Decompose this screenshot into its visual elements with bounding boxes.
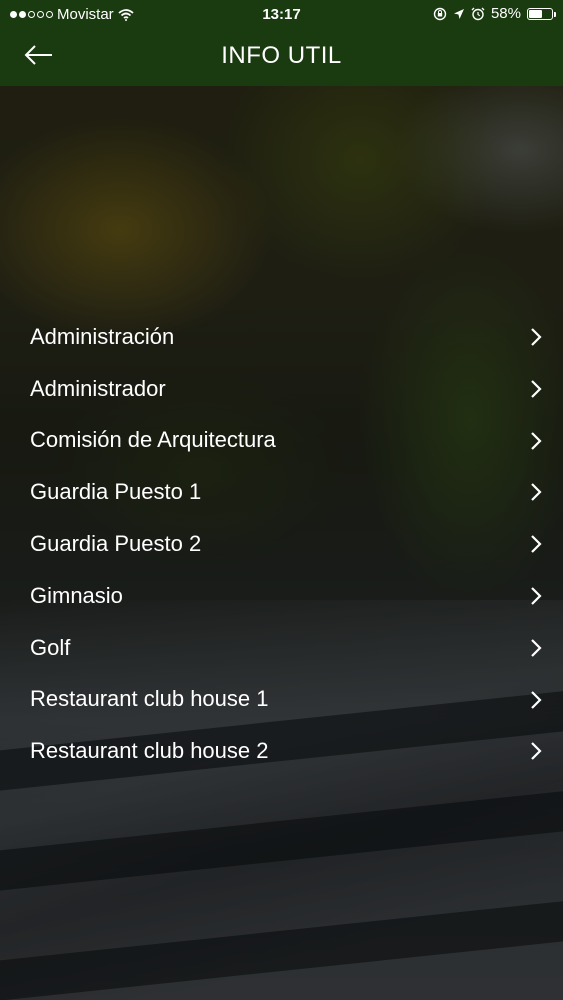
top-bar: Movistar 13:17 58% INFO UTIL — [0, 0, 563, 86]
list-item[interactable]: Guardia Puesto 2 — [0, 518, 563, 570]
battery-icon — [527, 7, 556, 20]
list-item[interactable]: Administración — [0, 311, 563, 363]
status-right: 58% — [433, 5, 556, 22]
list-item-label: Gimnasio — [30, 582, 123, 608]
list-item-label: Administrador — [30, 375, 166, 401]
list-item-label: Administración — [30, 323, 175, 349]
alarm-clock-icon — [471, 7, 485, 20]
list-item-label: Guardia Puesto 1 — [30, 479, 202, 505]
list-item-label: Guardia Puesto 2 — [30, 531, 202, 557]
list-item[interactable]: Golf — [0, 622, 563, 674]
chevron-right-icon — [531, 431, 542, 450]
chevron-right-icon — [531, 742, 542, 761]
list-item[interactable]: Gimnasio — [0, 570, 563, 622]
list-item[interactable]: Administrador — [0, 363, 563, 415]
chevron-right-icon — [531, 690, 542, 709]
list-item-label: Restaurant club house 2 — [30, 738, 269, 764]
list-item-label: Restaurant club house 1 — [30, 686, 269, 712]
page-title: INFO UTIL — [221, 42, 342, 69]
app-screen: Movistar 13:17 58% INFO UTIL Administrac… — [0, 0, 563, 1000]
list-item[interactable]: Restaurant club house 2 — [0, 725, 563, 777]
battery-percent: 58% — [490, 5, 521, 22]
location-arrow-icon — [453, 8, 464, 19]
chevron-right-icon — [531, 483, 542, 502]
list-item-label: Golf — [30, 634, 71, 660]
chevron-right-icon — [531, 328, 542, 346]
list-item[interactable]: Comisión de Arquitectura — [0, 415, 563, 467]
rotation-lock-icon — [433, 7, 447, 20]
info-menu-list: Administración Administrador Comisión de A… — [0, 311, 563, 777]
chevron-right-icon — [531, 587, 542, 605]
list-item[interactable]: Restaurant club house 1 — [0, 674, 563, 726]
list-item-label: Comisión de Arquitectura — [30, 427, 276, 453]
list-item[interactable]: Guardia Puesto 1 — [0, 466, 563, 518]
chevron-right-icon — [531, 639, 542, 657]
chevron-right-icon — [531, 380, 542, 398]
chevron-right-icon — [531, 535, 542, 553]
navigation-header: INFO UTIL — [0, 30, 563, 86]
status-bar: Movistar 13:17 58% — [0, 0, 563, 30]
